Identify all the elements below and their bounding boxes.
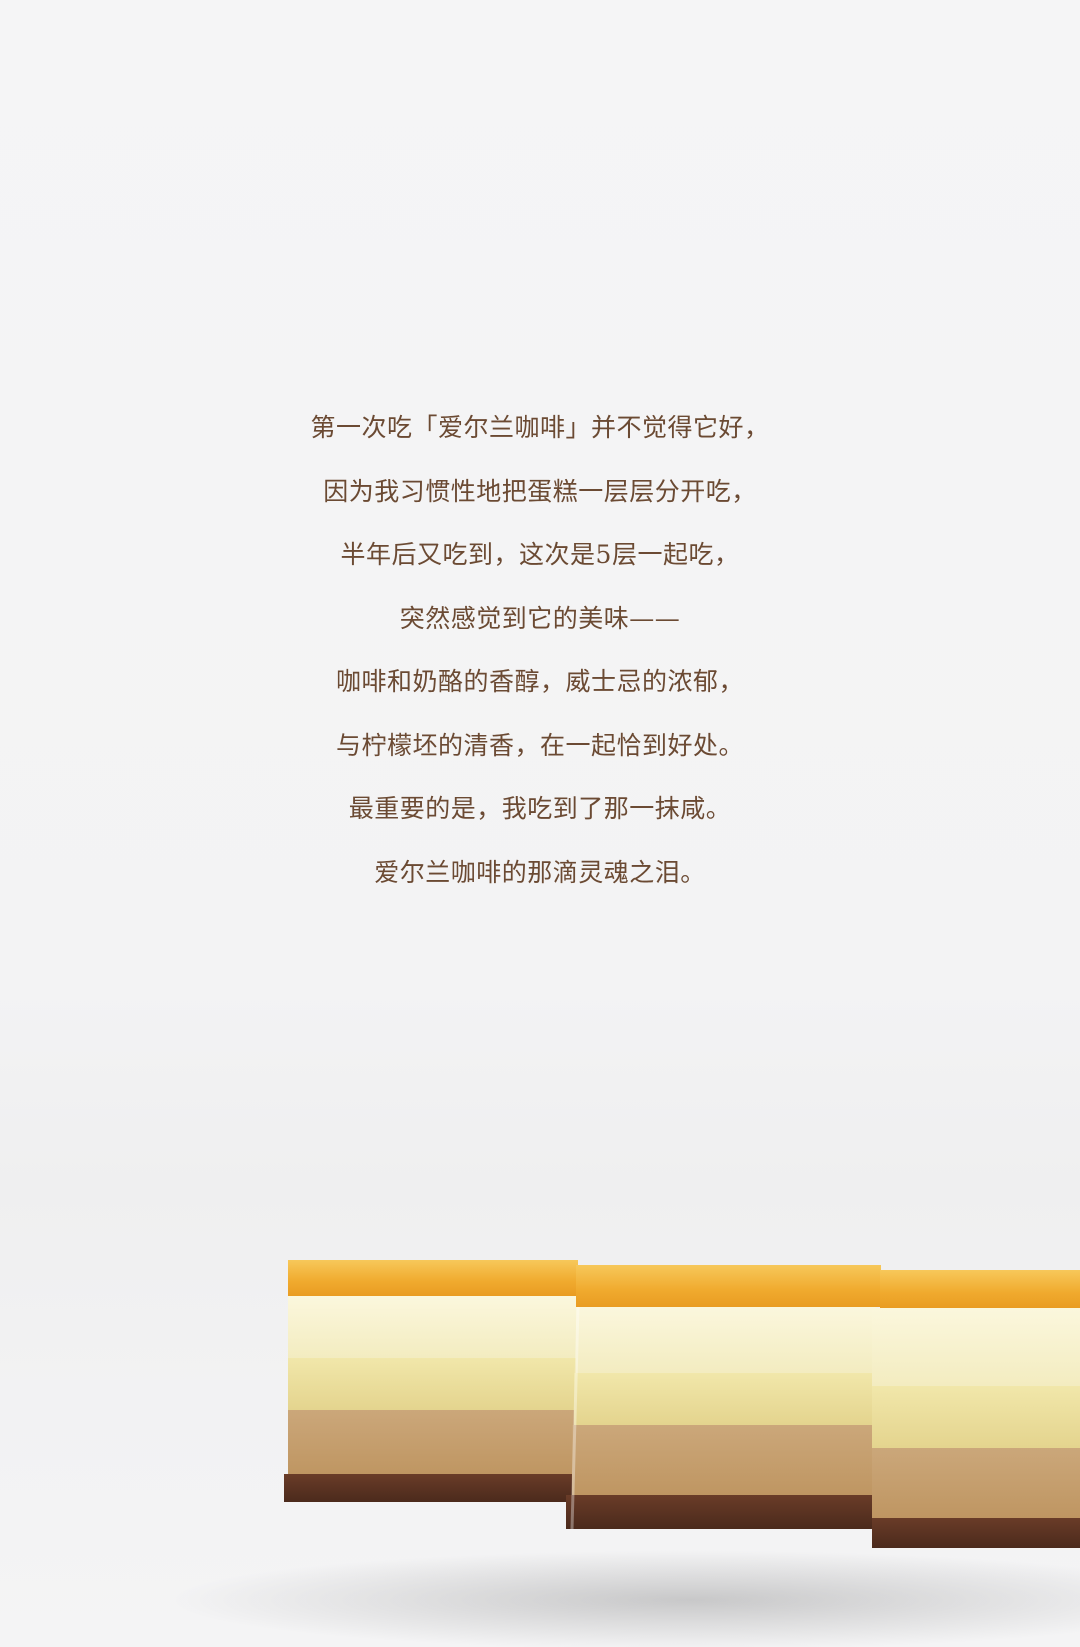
- poem-line-6: 与柠檬坯的清香，在一起恰到好处。: [335, 730, 744, 760]
- poem-line-3: 半年后又吃到，这次是5层一起吃，: [340, 540, 740, 569]
- poem-line-8: 爱尔兰咖啡的那滴灵魂之泪。: [374, 857, 706, 887]
- poem-text-block: 第一次吃「爱尔兰咖啡」并不觉得它好， 因为我习惯性地把蛋糕一层层分开吃， 半年后…: [0, 396, 1080, 904]
- poem-line-4: 突然感觉到它的美味——: [399, 603, 681, 633]
- cake-slice-left: [284, 1260, 578, 1502]
- layered-cake-photo: [170, 1260, 1080, 1647]
- poem-line-1: 第一次吃「爱尔兰咖啡」并不觉得它好，: [310, 413, 770, 442]
- cake-slice-right: [872, 1270, 1080, 1548]
- poem-line-5: 咖啡和奶酪的香醇，威士忌的浓郁，: [335, 667, 744, 696]
- cake-slice-middle: [566, 1265, 881, 1530]
- poem-line-7: 最重要的是，我吃到了那一抹咸。: [348, 794, 732, 823]
- poem-line-2: 因为我习惯性地把蛋糕一层层分开吃，: [323, 476, 757, 506]
